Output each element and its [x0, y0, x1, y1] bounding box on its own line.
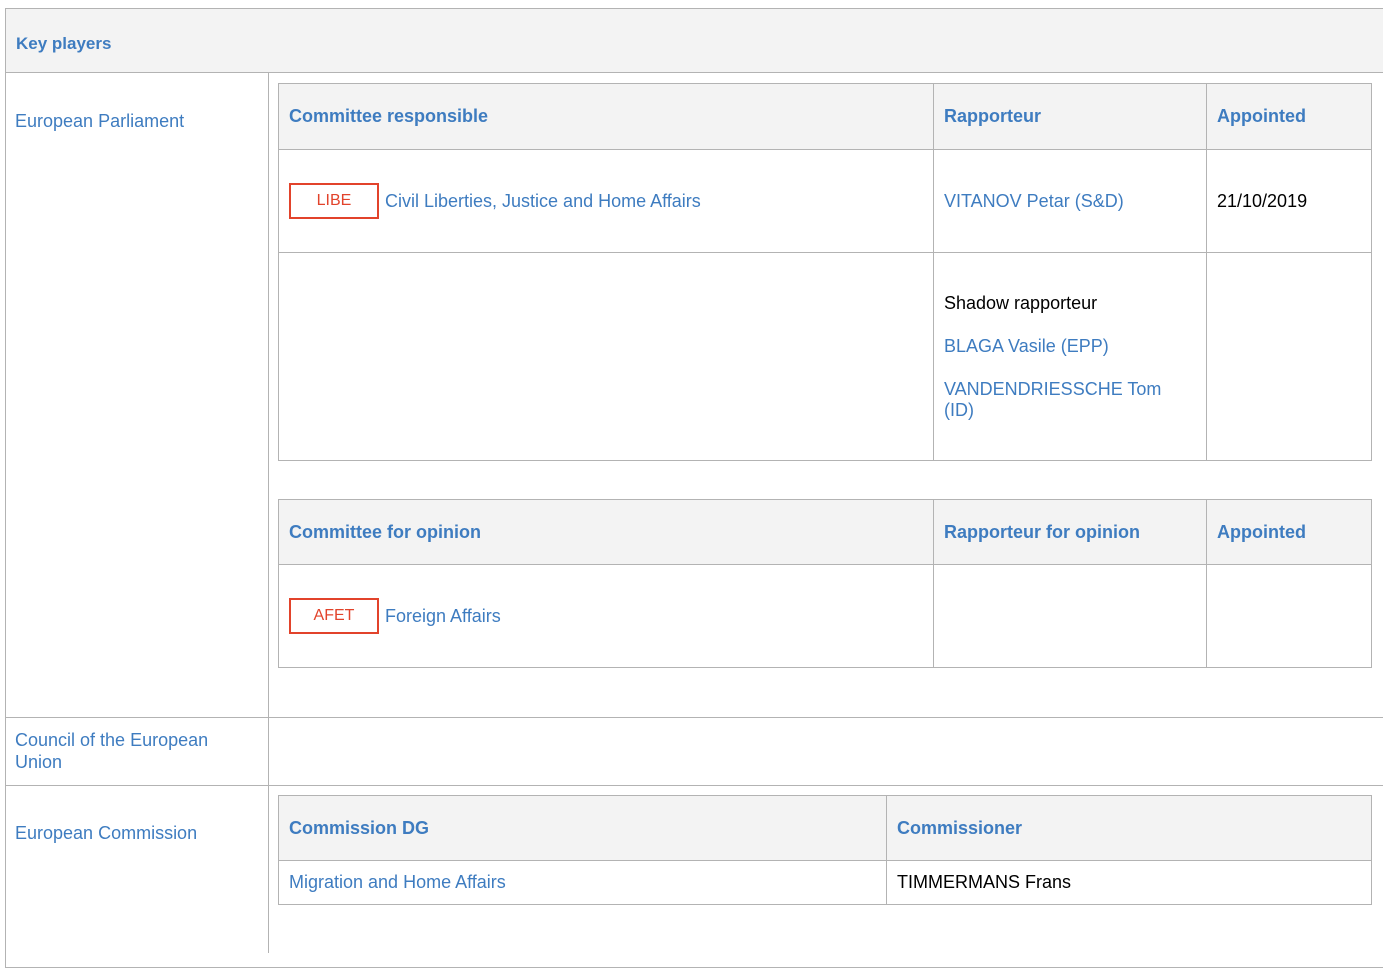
- rapporteur-link[interactable]: VITANOV Petar (S&D): [944, 191, 1124, 211]
- appointed-date: 21/10/2019: [1206, 149, 1372, 253]
- shadow-rapporteur-label: Shadow rapporteur: [944, 292, 1098, 313]
- committee-link[interactable]: Foreign Affairs: [385, 606, 501, 627]
- shadow-rapporteur-link[interactable]: BLAGA Vasile (EPP): [944, 336, 1196, 357]
- table-row: Migration and Home Affairs TIMMERMANS Fr…: [278, 860, 1372, 905]
- table-row: Shadow rapporteur BLAGA Vasile (EPP) VAN…: [278, 252, 1372, 461]
- section-label-european-parliament[interactable]: European Parliament: [15, 110, 245, 132]
- empty-cell: [1206, 564, 1372, 668]
- commission-dg-link[interactable]: Migration and Home Affairs: [289, 872, 506, 892]
- table-row: LIBE Civil Liberties, Justice and Home A…: [278, 149, 1372, 253]
- committee-badge-libe[interactable]: LIBE: [289, 183, 379, 219]
- panel-header: Key players: [6, 9, 1383, 73]
- committee-opinion-table: Committee for opinion Rapporteur for opi…: [278, 499, 1372, 668]
- dg-cell: Migration and Home Affairs: [278, 860, 887, 905]
- committee-badge-afet[interactable]: AFET: [289, 598, 379, 634]
- table-row: AFET Foreign Affairs: [278, 564, 1372, 668]
- shadow-rapporteur-cell: Shadow rapporteur BLAGA Vasile (EPP) VAN…: [933, 252, 1207, 461]
- panel-title: Key players: [16, 34, 112, 53]
- committee-responsible-table: Committee responsible Rapporteur Appoint…: [278, 83, 1372, 461]
- rapporteur-cell: VITANOV Petar (S&D): [933, 149, 1207, 253]
- empty-cell: [278, 252, 934, 461]
- header-rapporteur-opinion: Rapporteur for opinion: [933, 499, 1207, 565]
- committee-cell: LIBE Civil Liberties, Justice and Home A…: [278, 149, 934, 253]
- commissioner-name: TIMMERMANS Frans: [886, 860, 1372, 905]
- committee-cell: AFET Foreign Affairs: [278, 564, 934, 668]
- section-label-european-commission[interactable]: European Commission: [15, 822, 245, 844]
- section-label-council[interactable]: Council of the European Union: [15, 729, 255, 773]
- commission-table: Commission DG Commissioner Migration and…: [278, 795, 1372, 905]
- header-rapporteur: Rapporteur: [933, 83, 1207, 150]
- section-divider: [6, 717, 1383, 718]
- header-committee-responsible: Committee responsible: [278, 83, 934, 150]
- section-divider: [6, 785, 1383, 786]
- column-divider: [268, 73, 269, 953]
- shadow-rapporteur-link[interactable]: VANDENDRIESSCHE Tom (ID): [944, 379, 1164, 421]
- committee-link[interactable]: Civil Liberties, Justice and Home Affair…: [385, 191, 701, 212]
- header-appointed: Appointed: [1206, 83, 1372, 150]
- empty-cell: [1206, 252, 1372, 461]
- header-commission-dg: Commission DG: [278, 795, 887, 861]
- header-appointed: Appointed: [1206, 499, 1372, 565]
- header-committee-opinion: Committee for opinion: [278, 499, 934, 565]
- empty-cell: [933, 564, 1207, 668]
- header-commissioner: Commissioner: [886, 795, 1372, 861]
